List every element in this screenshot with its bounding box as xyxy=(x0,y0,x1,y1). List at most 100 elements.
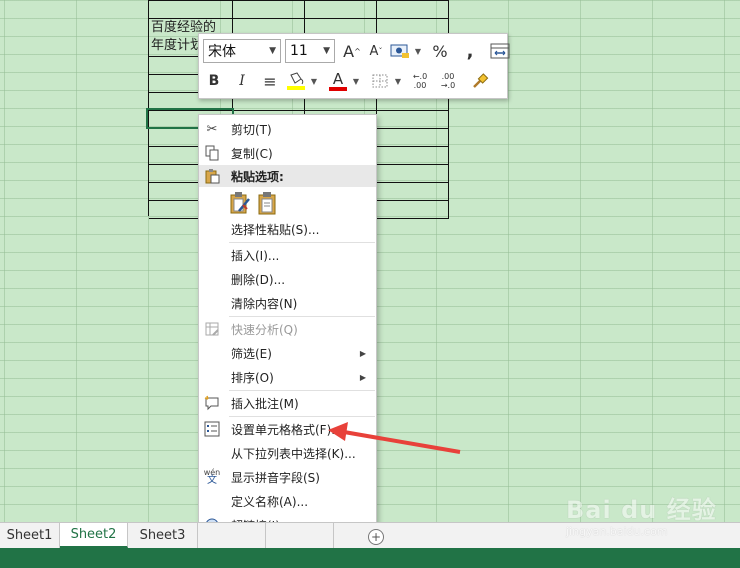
font-name-combo[interactable]: 宋体 ▼ xyxy=(203,39,281,63)
comma-style-button[interactable]: , xyxy=(459,39,481,63)
font-name-value: 宋体 xyxy=(208,44,236,60)
menu-item-label: 插入(I)... xyxy=(231,248,280,263)
shrink-font-button[interactable]: Aˇ xyxy=(365,39,387,63)
baidu-watermark: Bai du 经验 jingyan.baidu.com xyxy=(566,490,726,546)
cell[interactable] xyxy=(377,111,449,129)
menu-item-sort[interactable]: 排序(O) ▶ xyxy=(199,365,376,389)
context-menu: ✂ 剪切(T) 复制(C) 粘贴选项: 选择性粘贴(S)... 插入(I)...… xyxy=(198,114,377,538)
format-painter-button[interactable] xyxy=(469,69,491,93)
mini-toolbar: 宋体 ▼ 11 ▼ A ^ Aˇ ▼ % , B I ≡ ▼ A ▼ ▼ ←.0… xyxy=(198,33,510,99)
clipboard-icon xyxy=(203,167,221,185)
paste-button[interactable] xyxy=(257,191,279,218)
menu-item-label: 定义名称(A)... xyxy=(231,494,309,509)
format-cells-icon xyxy=(203,420,221,438)
paste-formatting-icon xyxy=(230,191,250,213)
paste-icon xyxy=(258,191,276,214)
cell[interactable] xyxy=(377,165,449,183)
add-sheet-button[interactable]: + xyxy=(368,529,384,545)
borders-button[interactable] xyxy=(369,69,391,93)
menu-item-filter[interactable]: 筛选(E) ▶ xyxy=(199,341,376,365)
cell-d0[interactable] xyxy=(377,1,449,19)
wrap-text-button[interactable] xyxy=(489,39,511,63)
sheet-tab-hidden-2[interactable] xyxy=(266,523,334,548)
shrink-font-icon: A xyxy=(369,43,379,59)
menu-item-copy[interactable]: 复制(C) xyxy=(199,141,376,165)
cell-b0[interactable] xyxy=(233,1,305,19)
format-painter-icon xyxy=(473,73,489,88)
bold-button[interactable]: B xyxy=(203,69,225,93)
fill-color-button[interactable] xyxy=(285,69,307,93)
menu-item-label: 显示拼音字段(S) xyxy=(231,470,320,485)
menu-item-delete[interactable]: 删除(D)... xyxy=(199,267,376,291)
mini-toolbar-row-1: 宋体 ▼ 11 ▼ A ^ Aˇ ▼ % , xyxy=(203,38,513,64)
caret-up-icon: ^ xyxy=(354,46,361,56)
font-color-icon: A xyxy=(332,69,344,88)
menu-item-label: 设置单元格格式(F)... xyxy=(231,422,343,437)
cell-c0[interactable] xyxy=(305,1,377,19)
font-color-swatch xyxy=(329,86,347,91)
chevron-down-icon: ▼ xyxy=(269,46,276,56)
increase-decimal-icon-bottom: .00 xyxy=(413,81,427,90)
paste-formatting-button[interactable] xyxy=(229,191,251,218)
cell[interactable] xyxy=(377,201,449,219)
scissors-icon: ✂ xyxy=(206,121,218,137)
borders-icon xyxy=(372,74,388,88)
menu-item-insert[interactable]: 插入(I)... xyxy=(199,243,376,267)
menu-item-label: 筛选(E) xyxy=(231,346,272,361)
font-size-combo[interactable]: 11 ▼ xyxy=(285,39,335,63)
font-color-dropdown[interactable]: ▼ xyxy=(351,69,361,93)
sheet-tab-sheet1[interactable]: Sheet1 xyxy=(0,523,60,548)
paste-options-label: 粘贴选项: xyxy=(231,169,284,184)
menu-item-pick-from-list[interactable]: 从下拉列表中选择(K)... xyxy=(199,441,376,465)
number-format-dropdown[interactable]: ▼ xyxy=(413,39,423,63)
borders-dropdown[interactable]: ▼ xyxy=(393,69,403,93)
sheet-tab-hidden-1[interactable] xyxy=(198,523,266,548)
menu-item-cut[interactable]: ✂ 剪切(T) xyxy=(199,117,376,141)
cell[interactable] xyxy=(377,147,449,165)
chevron-down-icon: ▼ xyxy=(323,46,330,56)
sheet-tab-label: Sheet1 xyxy=(6,528,53,543)
quick-analysis-icon xyxy=(203,320,221,338)
number-format-button[interactable] xyxy=(389,39,411,63)
menu-item-format-cells[interactable]: 设置单元格格式(F)... xyxy=(199,417,376,441)
cell-a0[interactable] xyxy=(149,1,233,19)
sheet-tab-sheet2[interactable]: Sheet2 xyxy=(60,523,128,548)
bold-icon: B xyxy=(208,73,220,89)
sheet-tab-label: Sheet2 xyxy=(70,527,117,542)
italic-button[interactable]: I xyxy=(231,69,253,93)
cell[interactable] xyxy=(377,183,449,201)
menu-item-clear-contents[interactable]: 清除内容(N) xyxy=(199,291,376,315)
sheet-tab-sheet3[interactable]: Sheet3 xyxy=(128,523,198,548)
decrease-decimal-icon-bottom: →.0 xyxy=(440,81,456,90)
menu-item-phonetic[interactable]: wén 文 显示拼音字段(S) xyxy=(199,465,376,489)
grow-font-button[interactable]: A ^ xyxy=(341,39,363,63)
fill-color-dropdown[interactable]: ▼ xyxy=(309,69,319,93)
menu-item-quick-analysis[interactable]: 快速分析(Q) xyxy=(199,317,376,341)
menu-item-define-name[interactable]: 定义名称(A)... xyxy=(199,489,376,513)
menu-item-label: 复制(C) xyxy=(231,146,273,161)
paste-options-header: 粘贴选项: xyxy=(199,165,376,187)
percent-style-button[interactable]: % xyxy=(429,39,451,63)
italic-icon: I xyxy=(239,73,245,89)
plus-icon: + xyxy=(370,530,382,544)
decrease-decimal-icon-top: .00 xyxy=(441,72,455,81)
comma-icon: , xyxy=(466,40,474,62)
phonetic-icon-char: 文 xyxy=(207,475,217,486)
font-size-value: 11 xyxy=(290,43,308,59)
menu-item-label: 清除内容(N) xyxy=(231,296,298,311)
comment-icon xyxy=(203,394,221,412)
increase-decimal-button[interactable]: ←.0 .00 xyxy=(409,69,431,93)
center-align-button[interactable]: ≡ xyxy=(259,69,281,93)
menu-item-label: 排序(O) xyxy=(231,370,274,385)
font-color-button[interactable]: A xyxy=(327,69,349,93)
menu-item-label: 剪切(T) xyxy=(231,122,272,137)
cell[interactable] xyxy=(377,129,449,147)
menu-item-paste-special[interactable]: 选择性粘贴(S)... xyxy=(199,217,376,241)
menu-item-label: 插入批注(M) xyxy=(231,396,299,411)
submenu-arrow-icon: ▶ xyxy=(359,372,366,382)
menu-item-insert-comment[interactable]: 插入批注(M) xyxy=(199,391,376,415)
decrease-decimal-button[interactable]: .00 →.0 xyxy=(437,69,459,93)
status-bar xyxy=(0,548,740,568)
mini-toolbar-row-2: B I ≡ ▼ A ▼ ▼ ←.0 .00 .00 →.0 xyxy=(203,68,493,94)
percent-icon: % xyxy=(432,41,448,61)
